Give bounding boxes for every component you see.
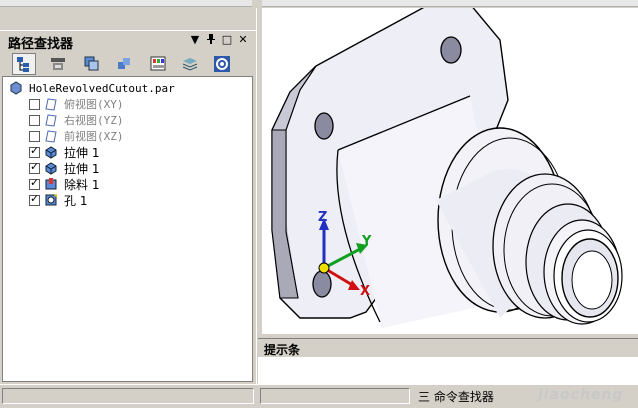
z-axis-label: Z <box>318 210 328 225</box>
status-well-left <box>2 388 254 404</box>
tree-plane-item[interactable]: 俯视图(XY) <box>29 96 124 112</box>
feature-label: 拉伸 1 <box>64 161 100 176</box>
left-top-edge <box>0 0 252 7</box>
y-axis-label: Y <box>362 234 372 249</box>
visibility-checkbox[interactable] <box>29 192 40 206</box>
pane-toolbar <box>0 51 256 77</box>
features-tab[interactable] <box>112 53 136 75</box>
visibility-checkbox[interactable] <box>29 98 40 110</box>
blocks-icon <box>118 58 130 69</box>
color-tab[interactable] <box>146 53 170 75</box>
visibility-checkbox[interactable] <box>29 114 40 126</box>
close-button[interactable]: ✕ <box>236 33 250 47</box>
palette-icon <box>150 56 166 71</box>
prompt-bar: 提示条 <box>258 338 638 385</box>
assembly-icon <box>51 58 65 70</box>
tree-feature-item[interactable]: 拉伸 1 <box>29 160 99 176</box>
layers-icon <box>84 56 99 71</box>
settings-tab[interactable] <box>210 53 234 75</box>
right-top-edge <box>262 0 638 7</box>
tree-icon <box>17 57 29 72</box>
path-finder-pane: 路径查找器 ▼ □ ✕ HoleRevolvedCutout.par 俯视图(X… <box>0 30 256 382</box>
layers-tab[interactable] <box>80 53 104 75</box>
status-bar: 三 命令查找器 jiaocheng <box>0 384 638 408</box>
extrude-icon <box>45 162 57 175</box>
pane-title: 路径查找器 <box>8 37 74 52</box>
prompt-bar-header: 提示条 <box>258 339 638 358</box>
file-name: HoleRevolvedCutout.par <box>29 81 175 95</box>
prompt-bar-title: 提示条 <box>264 343 301 357</box>
cutout-icon <box>45 178 57 190</box>
tree-plane-item[interactable]: 右视图(YZ) <box>29 112 124 128</box>
plane-icon <box>45 130 57 143</box>
tree-feature-item[interactable]: 除料 1 <box>29 176 99 192</box>
feature-label: 拉伸 1 <box>64 145 100 160</box>
tree-feature-item[interactable]: 拉伸 1 <box>29 144 99 160</box>
gear-icon <box>214 56 230 72</box>
path-finder-tab[interactable] <box>12 53 36 75</box>
tree-root-item[interactable]: HoleRevolvedCutout.par <box>9 80 175 96</box>
stack-tab[interactable] <box>178 53 202 75</box>
tree-plane-item[interactable]: 前视图(XZ) <box>29 128 124 144</box>
extrude-icon <box>45 146 57 159</box>
assembly-tab[interactable] <box>46 53 70 75</box>
plane-label: 前视图(XZ) <box>64 130 124 143</box>
pin-icon <box>207 34 215 44</box>
x-axis-label: X <box>360 284 371 299</box>
top-strip <box>0 0 638 8</box>
model-viewport[interactable]: Z Y X <box>262 8 638 334</box>
tree-feature-item[interactable]: 孔 1 <box>29 192 87 208</box>
pane-header: 路径查找器 ▼ □ ✕ <box>0 30 256 52</box>
visibility-checkbox[interactable] <box>29 160 40 174</box>
status-well-mid <box>260 388 410 404</box>
feature-label: 除料 1 <box>64 177 100 192</box>
pin-button[interactable] <box>204 33 218 47</box>
axis-triad <box>318 218 368 290</box>
command-finder-label[interactable]: 三 命令查找器 <box>418 388 494 405</box>
watermark: jiaocheng <box>538 387 624 403</box>
plane-label: 右视图(YZ) <box>64 114 124 127</box>
maximize-button[interactable]: □ <box>220 33 234 47</box>
hole-icon <box>45 194 57 206</box>
visibility-checkbox[interactable] <box>29 176 40 190</box>
plane-label: 俯视图(XY) <box>64 98 124 111</box>
visibility-checkbox[interactable] <box>29 130 40 142</box>
feature-label: 孔 1 <box>64 193 88 208</box>
visibility-checkbox[interactable] <box>29 144 40 158</box>
part-file-icon <box>10 81 22 95</box>
plane-icon <box>45 114 57 127</box>
pane-menu-button[interactable]: ▼ <box>188 33 202 47</box>
feature-tree: HoleRevolvedCutout.par 俯视图(XY) 右视图(YZ) 前… <box>2 76 253 382</box>
plane-icon <box>45 98 57 111</box>
stack-icon <box>182 58 198 71</box>
